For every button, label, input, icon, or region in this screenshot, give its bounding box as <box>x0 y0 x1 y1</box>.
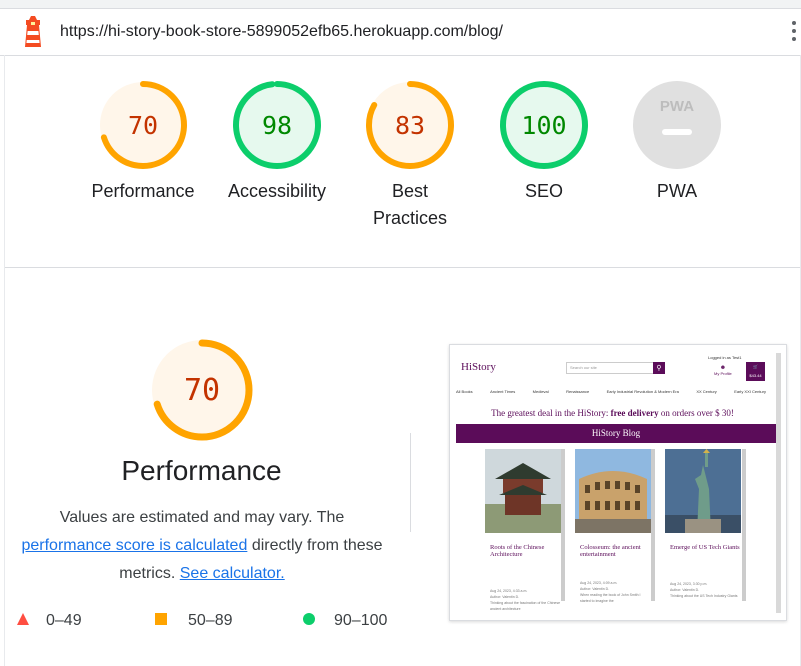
card-date: Aug 24, 2023, 4:33 a.m. <box>490 589 528 593</box>
site-brand: HiStory <box>461 361 496 373</box>
blog-card: Roots of the Chinese Architecture Aug 24… <box>485 449 561 612</box>
gauge-label: Best Practices <box>372 181 448 228</box>
section-divider <box>5 267 800 268</box>
card-author: Author: Valentin D. <box>670 588 700 592</box>
card-title: Emerge of US Tech Giants <box>670 544 740 551</box>
page-url[interactable]: https://hi-story-book-store-5899052efb65… <box>60 23 503 41</box>
vertical-divider <box>410 433 411 532</box>
promo-suffix: on orders over $ 30! <box>660 408 734 418</box>
gauge-label: PWA <box>656 181 698 201</box>
gauge-label: Performance <box>91 181 195 201</box>
address-bar[interactable]: https://hi-story-book-store-5899052efb65… <box>0 9 801 56</box>
triangle-icon <box>17 613 29 625</box>
blog-header: HiStory Blog <box>456 424 776 443</box>
card-scrollbar <box>651 449 655 601</box>
gauge-ring: 70 <box>99 81 187 169</box>
nav-item: XX Century <box>696 389 717 394</box>
colosseum-image <box>575 449 651 533</box>
cart-icon: 🛒 <box>753 364 758 369</box>
gauge-ring: 98 <box>233 81 321 169</box>
card-excerpt: When reading the book of John Smith I st… <box>580 593 641 603</box>
nav-item: All Books <box>456 389 473 394</box>
card-title: Colosseum: the ancient entertainment <box>580 544 641 558</box>
gauge-seo[interactable]: 100 SEO <box>479 80 609 205</box>
more-options-icon[interactable] <box>790 21 798 45</box>
desc-text: directly from these <box>251 537 383 554</box>
pwa-badge-text: PWA <box>660 98 694 115</box>
lighthouse-icon <box>25 16 41 47</box>
legend-average: 50–89 <box>154 612 233 632</box>
gauge-label: SEO <box>524 181 563 201</box>
bag-button: 🛒 $43.44 <box>746 362 765 381</box>
pwa-badge-icon: PWA <box>633 81 721 169</box>
card-title: Roots of the Chinese Architecture <box>490 544 545 558</box>
card-scrollbar <box>561 449 565 601</box>
page-scrollbar <box>776 353 781 613</box>
nav-item: Early XXI Century <box>734 389 766 394</box>
statue-of-liberty-image <box>665 449 741 533</box>
circle-icon <box>303 613 315 625</box>
desc-text: metrics. <box>119 565 176 582</box>
square-icon <box>155 613 167 625</box>
nav-item: Early Industrial Revolution & Modern Era <box>606 389 679 394</box>
performance-gauge: 70 <box>151 339 253 441</box>
gauge-score: 100 <box>521 111 566 140</box>
card-meta: Aug 24, 2023, 4:09 a.m. Author: Valentin … <box>575 580 651 604</box>
gauge-score: 98 <box>262 111 292 140</box>
profile-label: My Profile <box>714 371 732 376</box>
profile-link: ☻ My Profile <box>714 365 732 376</box>
blog-card: Emerge of US Tech Giants Aug 24, 2023, 3… <box>665 449 741 609</box>
nav-item: Ancient Times <box>490 389 516 394</box>
nav-item: Renaissance <box>566 389 590 394</box>
gauge-ring: 100 <box>500 81 588 169</box>
gauge-pwa[interactable]: PWA PWA <box>612 80 742 205</box>
nav-item: Medieval <box>532 389 549 394</box>
gauge-best-practices[interactable]: 83 Best Practices <box>345 80 475 232</box>
promo-prefix: The greatest deal in the HiStory: <box>491 408 609 418</box>
gauge-label: Accessibility <box>227 181 327 201</box>
performance-description: Values are estimated and may vary. The p… <box>10 504 394 588</box>
promo-banner: The greatest deal in the HiStory: free d… <box>450 408 775 418</box>
card-date: Aug 24, 2023, 3:30 p.m. <box>670 582 708 586</box>
card-scrollbar <box>742 449 746 601</box>
card-meta: Aug 24, 2023, 4:33 a.m. Author: Valentin … <box>485 588 561 612</box>
performance-title: Performance <box>121 455 282 486</box>
gauge-ring: 83 <box>366 81 454 169</box>
promo-bold: free delivery <box>610 408 659 418</box>
search-icon: ⚲ <box>653 362 665 374</box>
gauge-score: 70 <box>128 111 158 140</box>
site-search-input: Search our site <box>566 362 658 374</box>
see-calculator-link[interactable]: See calculator. <box>180 565 285 582</box>
card-author: Author: Valentin D. <box>580 587 610 591</box>
desc-text: Values are estimated and may vary. The <box>59 509 345 526</box>
site-nav: All Books Ancient Times Medieval Renaiss… <box>456 389 766 394</box>
card-meta: Aug 24, 2023, 3:30 p.m. Author: Valentin … <box>665 581 741 599</box>
card-date: Aug 24, 2023, 4:09 a.m. <box>580 581 618 585</box>
card-author: Author: Valentin D. <box>490 595 520 599</box>
legend-fail: 0–49 <box>16 612 82 632</box>
score-calculated-link[interactable]: performance score is calculated <box>21 537 247 554</box>
gauge-accessibility[interactable]: 98 Accessibility <box>212 80 342 205</box>
card-excerpt: Thinking about the fascination of the Ch… <box>490 601 561 611</box>
gauge-performance[interactable]: 70 Performance <box>78 80 208 205</box>
logged-in-text: Logged in as Test1 <box>708 355 742 360</box>
pagoda-image <box>485 449 561 533</box>
blog-card: Colosseum: the ancient entertainment Aug… <box>575 449 651 609</box>
legend-range: 90–100 <box>334 612 388 629</box>
legend-pass: 90–100 <box>302 612 387 632</box>
bag-total: $43.44 <box>749 373 762 378</box>
legend-range: 50–89 <box>188 612 233 629</box>
performance-score: 70 <box>184 373 220 408</box>
browser-tab-strip <box>0 0 801 9</box>
panel-border-left <box>4 55 5 666</box>
final-screenshot[interactable]: HiStory Search our site ⚲ Logged in as T… <box>449 344 787 621</box>
gauge-score: 83 <box>395 111 425 140</box>
legend-range: 0–49 <box>46 612 82 629</box>
card-excerpt: Thinking about the US Tech Industry Gian… <box>670 594 738 598</box>
